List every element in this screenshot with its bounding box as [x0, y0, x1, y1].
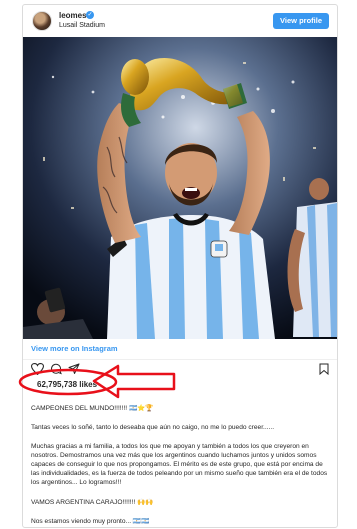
red-arrow-annotation: [18, 364, 176, 399]
